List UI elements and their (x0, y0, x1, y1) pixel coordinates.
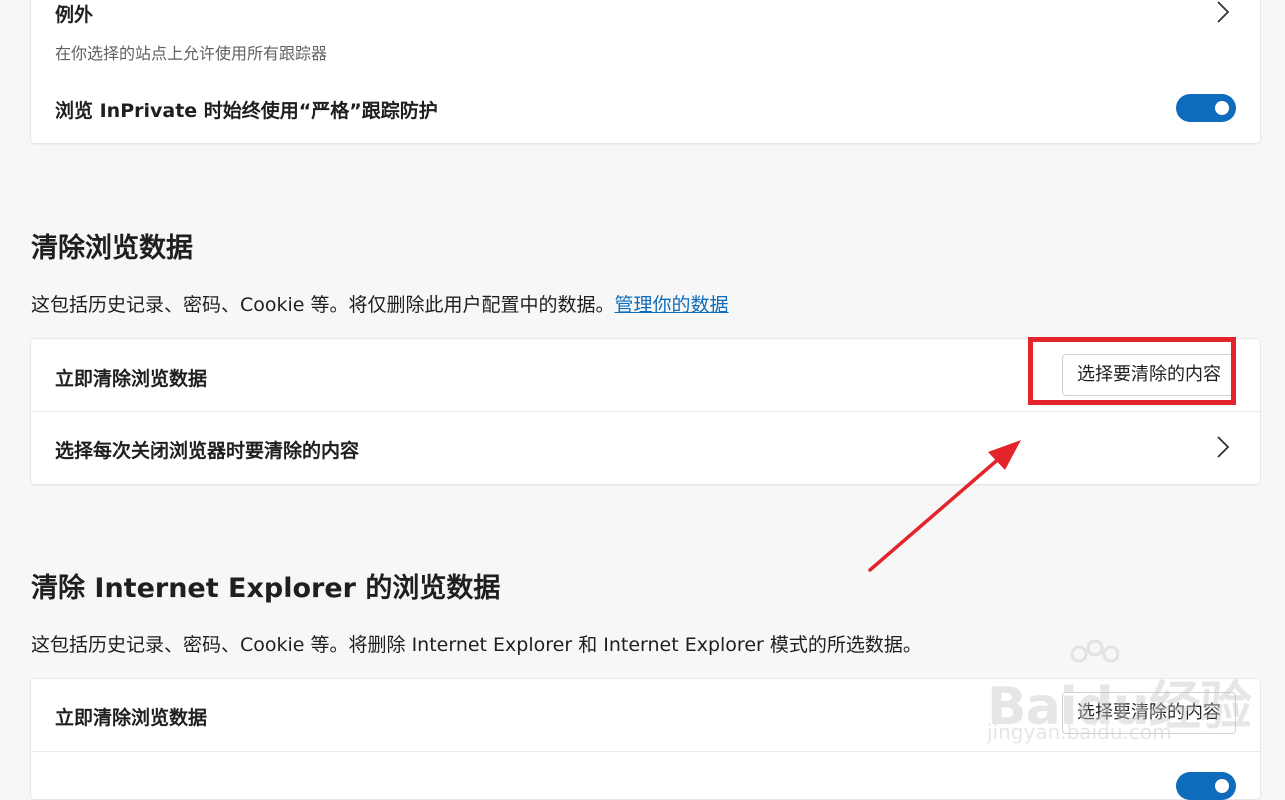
toggle-knob (1215, 101, 1229, 115)
ie-next-row (31, 751, 1260, 800)
exceptions-title: 例外 (55, 4, 94, 26)
toggle-knob (1215, 779, 1229, 793)
exceptions-desc: 在你选择的站点上允许使用所有跟踪器 (55, 44, 328, 63)
clear-ie-title: 清除 Internet Explorer 的浏览数据 (31, 573, 501, 604)
clear-ie-desc: 这包括历史记录、密码、Cookie 等。将删除 Internet Explore… (31, 634, 922, 656)
clear-data-desc-text: 这包括历史记录、密码、Cookie 等。将仅删除此用户配置中的数据。 (31, 294, 615, 316)
clear-ie-card: 立即清除浏览数据 选择要清除的内容 (31, 679, 1260, 800)
clear-on-close-row[interactable]: 选择每次关闭浏览器时要清除的内容 (31, 411, 1260, 485)
inprivate-strict-toggle[interactable] (1176, 94, 1236, 122)
chevron-right-icon (1217, 436, 1230, 458)
ie-clear-now-row: 立即清除浏览数据 选择要清除的内容 (31, 679, 1260, 751)
clear-data-desc: 这包括历史记录、密码、Cookie 等。将仅删除此用户配置中的数据。管理你的数据 (31, 290, 729, 317)
annotation-highlight-box (1028, 337, 1236, 405)
inprivate-label: 浏览 InPrivate 时始终使用“严格”跟踪防护 (55, 100, 438, 122)
clear-now-label: 立即清除浏览数据 (55, 368, 208, 390)
chevron-right-icon (1217, 1, 1230, 23)
inprivate-row: 浏览 InPrivate 时始终使用“严格”跟踪防护 (31, 72, 1260, 143)
paw-logo-icon (1070, 640, 1120, 663)
tracking-card: 例外 在你选择的站点上允许使用所有跟踪器 浏览 InPrivate 时始终使用“… (31, 0, 1260, 143)
ie-clear-now-label: 立即清除浏览数据 (55, 707, 208, 729)
ie-next-toggle[interactable] (1176, 772, 1236, 800)
ie-choose-what-to-clear-button[interactable]: 选择要清除的内容 (1062, 692, 1236, 734)
exceptions-row[interactable]: 例外 在你选择的站点上允许使用所有跟踪器 (31, 0, 1260, 72)
clear-data-title: 清除浏览数据 (31, 233, 193, 264)
manage-data-link[interactable]: 管理你的数据 (615, 294, 729, 316)
clear-on-close-label: 选择每次关闭浏览器时要清除的内容 (55, 440, 360, 462)
